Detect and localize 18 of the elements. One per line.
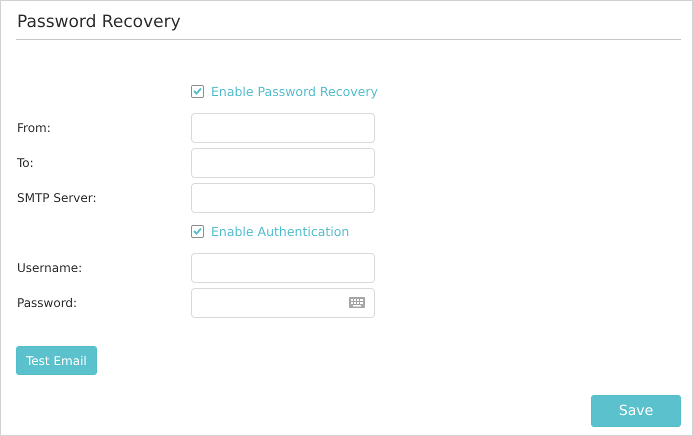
checkbox[interactable]	[191, 84, 204, 98]
field-label: To:	[16, 156, 35, 170]
save-button[interactable]: Save	[591, 395, 681, 427]
input-field[interactable]	[191, 252, 375, 282]
input-field[interactable]	[191, 148, 375, 178]
keyboard-icon[interactable]	[349, 297, 365, 308]
input-field[interactable]	[191, 182, 375, 212]
checkbox-option[interactable]: Enable Password Recovery	[191, 84, 378, 98]
test-email-button[interactable]: Test Email	[16, 346, 97, 375]
checkbox[interactable]	[191, 224, 204, 238]
field-label: Username:	[16, 260, 84, 274]
input-field[interactable]	[191, 288, 375, 318]
checkbox-option[interactable]: Enable Authentication	[191, 224, 350, 238]
page-title: Password Recovery	[16, 1, 681, 40]
field-label: From:	[16, 120, 52, 134]
input-field[interactable]	[191, 112, 375, 142]
field-label: Password:	[16, 296, 78, 310]
field-label: SMTP Server:	[16, 190, 98, 204]
